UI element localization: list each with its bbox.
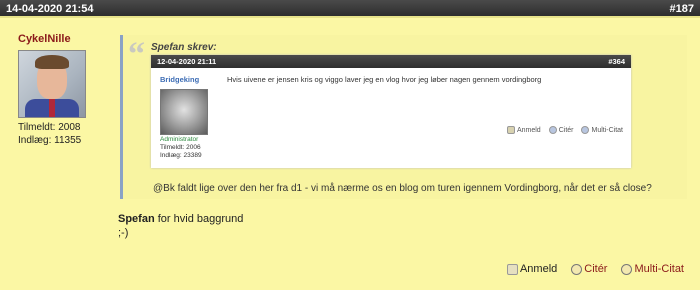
quote-icon [548, 126, 557, 134]
author-post-count: Indlæg: 11355 [18, 135, 82, 146]
reply-text-line2: ;-) [118, 227, 129, 239]
quoted-post-header: 12-04-2020 21:11 #364 [151, 55, 631, 68]
post-header: 14-04-2020 21:54 #187 [0, 0, 700, 18]
quoted-multi-quote-button[interactable]: Multi-Citat [581, 126, 623, 134]
post-message: Spefan for hvid baggrund ;-) [118, 212, 243, 240]
quote-reply-text: @Bk faldt lige over den her fra d1 - vi … [153, 183, 652, 194]
multi-quote-button[interactable]: Multi-Citat [621, 263, 684, 275]
quoted-report-button[interactable]: Anmeld [506, 126, 541, 134]
quote-mark-icon: “ [128, 36, 145, 73]
report-button[interactable]: Anmeld [506, 263, 557, 275]
quoted-author-joined: Tilmeldt: 2006 [160, 144, 201, 151]
quote-block: “ Spefan skrev: 12-04-2020 21:11 #364 Br… [120, 35, 687, 199]
quoted-author-role: Administrator [160, 136, 199, 143]
quote-button[interactable]: Citér [571, 263, 607, 275]
author-panel: CykelNille Tilmeldt: 2008 Indlæg: 11355 [18, 33, 108, 147]
quoted-post-timestamp: 12-04-2020 21:11 [157, 57, 217, 66]
quoted-author-post-count: Indlæg: 23389 [160, 152, 202, 159]
avatar[interactable] [18, 50, 86, 118]
quoted-author-avatar[interactable] [160, 89, 208, 135]
post-body: CykelNille Tilmeldt: 2008 Indlæg: 11355 … [0, 20, 700, 290]
quote-author: Spefan skrev: [151, 42, 217, 53]
post-number-link[interactable]: #187 [670, 3, 694, 15]
multi-quote-icon [581, 126, 590, 134]
quoted-post-number-link[interactable]: #364 [608, 57, 625, 66]
quoted-post-actions: Anmeld Citér Multi-Citat [506, 126, 623, 134]
author-name-link[interactable]: CykelNille [18, 33, 108, 45]
quoted-post: 12-04-2020 21:11 #364 Bridgeking Adminis… [151, 55, 631, 168]
quoted-author-link[interactable]: Bridgeking [160, 75, 199, 84]
author-joined: Tilmeldt: 2008 [18, 122, 81, 133]
post-actions: Anmeld Citér Multi-Citat [506, 263, 684, 275]
multi-quote-icon [621, 263, 633, 275]
quote-icon [571, 263, 583, 275]
report-icon [506, 126, 515, 134]
reply-text: for hvid baggrund [157, 213, 244, 225]
reply-author-mention: Spefan [118, 213, 155, 225]
quoted-quote-button[interactable]: Citér [548, 126, 573, 134]
report-icon [506, 263, 518, 275]
quoted-post-text: Hvis uivene er jensen kris og viggo lave… [227, 75, 542, 84]
post-timestamp: 14-04-2020 21:54 [6, 3, 94, 15]
